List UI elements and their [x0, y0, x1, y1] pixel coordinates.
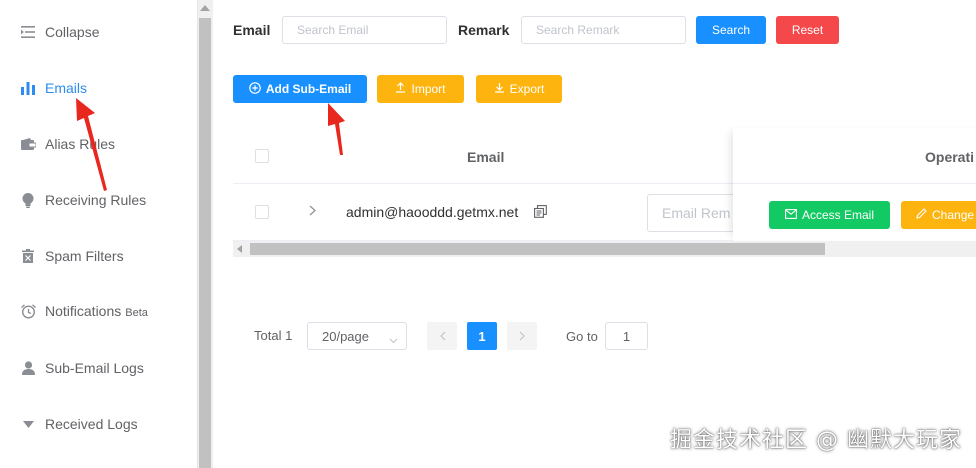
- main-content: Email Remark Search Reset Add Sub-Email …: [213, 0, 976, 468]
- upload-icon: [395, 82, 406, 96]
- access-email-label: Access Email: [801, 208, 875, 222]
- search-button[interactable]: Search: [696, 16, 766, 44]
- sidebar-item-received-logs[interactable]: Received Logs: [0, 404, 197, 444]
- sidebar-item-label: Emails: [45, 80, 88, 96]
- sidebar: Collapse Emails Alias Rules Receiving Ru…: [0, 0, 197, 468]
- scroll-up-arrow-icon[interactable]: [200, 5, 210, 11]
- sidebar-item-label: Sub-Email Logs: [45, 360, 144, 376]
- trash-icon: [20, 248, 36, 264]
- user-icon: [20, 360, 36, 376]
- sidebar-item-notifications[interactable]: Notifications Beta: [0, 291, 197, 331]
- pagination-total: Total 1: [254, 328, 293, 343]
- export-label: Export: [509, 82, 545, 96]
- export-button[interactable]: Export: [476, 75, 562, 103]
- remark-filter-label: Remark: [458, 22, 510, 38]
- row-email: admin@haooddd.getmx.net: [346, 204, 519, 220]
- copy-icon[interactable]: [534, 205, 547, 223]
- bar-chart-icon: [20, 80, 36, 96]
- sidebar-item-sub-email-logs[interactable]: Sub-Email Logs: [0, 348, 197, 388]
- access-email-button[interactable]: Access Email: [769, 201, 890, 229]
- wallet-icon: [20, 136, 36, 152]
- email-search-input[interactable]: [282, 16, 447, 44]
- row-checkbox[interactable]: [255, 205, 269, 219]
- table-scrollbar-thumb[interactable]: [250, 243, 825, 255]
- edit-icon: [916, 208, 927, 222]
- download-icon: [494, 82, 505, 96]
- goto-page-input[interactable]: [605, 322, 648, 350]
- remark-search-input[interactable]: [521, 16, 686, 44]
- sidebar-scrollbar-thumb[interactable]: [199, 18, 211, 468]
- app-root: Collapse Emails Alias Rules Receiving Ru…: [0, 0, 976, 468]
- email-filter-label: Email: [233, 22, 271, 38]
- sidebar-item-label: Alias Rules: [45, 136, 116, 152]
- sidebar-item-emails[interactable]: Emails: [0, 68, 197, 108]
- operation-column: Operati Access Email Change: [733, 128, 976, 240]
- reset-button-label: Reset: [791, 23, 824, 37]
- next-page-button[interactable]: [507, 322, 537, 350]
- search-button-label: Search: [711, 23, 751, 37]
- import-label: Import: [411, 82, 446, 96]
- page-number-current[interactable]: 1: [467, 322, 497, 350]
- sidebar-item-label: Spam Filters: [45, 248, 124, 264]
- plus-circle-icon: [249, 81, 261, 97]
- header-divider: [233, 183, 733, 184]
- expand-chevron-icon[interactable]: [309, 204, 316, 219]
- sidebar-item-receiving-rules[interactable]: Receiving Rules: [0, 180, 197, 220]
- sidebar-item-label: Notifications Beta: [45, 303, 148, 319]
- collapse-icon: [20, 24, 36, 40]
- sidebar-item-alias-rules[interactable]: Alias Rules: [0, 124, 197, 164]
- reset-button[interactable]: Reset: [776, 16, 839, 44]
- notifications-label: Notifications: [45, 303, 122, 319]
- prev-page-button[interactable]: [427, 322, 457, 350]
- add-sub-email-button[interactable]: Add Sub-Email: [233, 75, 367, 103]
- select-all-checkbox[interactable]: [255, 149, 269, 163]
- sidebar-item-label: Collapse: [45, 24, 100, 40]
- chevron-right-icon: [519, 331, 525, 341]
- bulb-icon: [20, 192, 36, 208]
- operation-column-header: Operati: [925, 149, 975, 165]
- alarm-clock-icon: [20, 303, 36, 319]
- add-sub-email-label: Add Sub-Email: [265, 82, 352, 96]
- beta-badge: Beta: [125, 307, 148, 319]
- import-button[interactable]: Import: [377, 75, 464, 103]
- goto-label: Go to: [566, 329, 598, 344]
- operation-header-divider: [733, 183, 976, 184]
- mail-icon: [785, 208, 797, 222]
- watermark: 掘金技术社区 @ 幽默大玩家: [670, 428, 962, 453]
- sidebar-item-label: Received Logs: [45, 416, 138, 432]
- chevron-left-icon: [439, 331, 445, 341]
- page-size-value: 20/page: [322, 328, 369, 344]
- change-button[interactable]: Change: [901, 201, 976, 229]
- change-label: Change: [932, 208, 975, 222]
- sidebar-item-collapse[interactable]: Collapse: [0, 12, 197, 52]
- email-column-header: Email: [467, 149, 505, 165]
- caret-down-icon: [20, 416, 36, 432]
- sidebar-item-label: Receiving Rules: [45, 192, 147, 208]
- sidebar-item-spam-filters[interactable]: Spam Filters: [0, 236, 197, 276]
- chevron-down-icon: [389, 332, 398, 347]
- scroll-left-arrow-icon[interactable]: [237, 245, 242, 253]
- page-size-select[interactable]: 20/page: [307, 322, 407, 350]
